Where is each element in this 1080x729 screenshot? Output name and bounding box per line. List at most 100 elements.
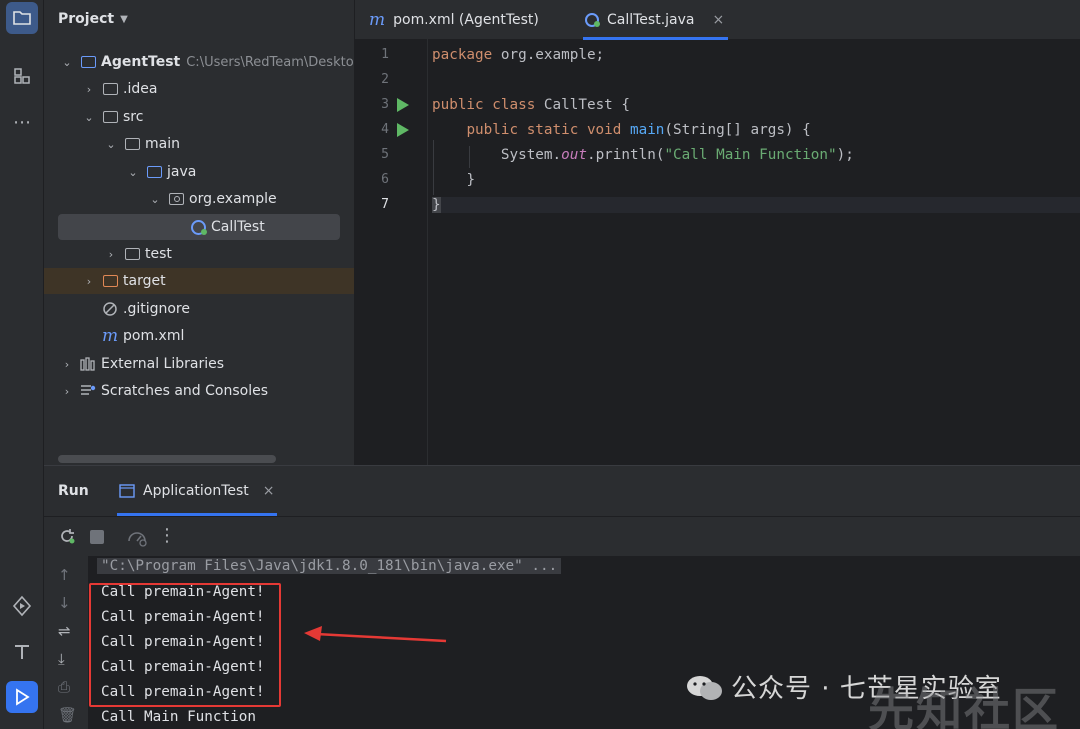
tree-item-test[interactable]: › test [44, 241, 354, 267]
rerun-button[interactable] [58, 527, 76, 549]
console-output-line: Call Main Function [101, 709, 256, 725]
code-line-3[interactable]: public class CallTest { [432, 97, 630, 113]
chevron-down-icon: ⌄ [84, 110, 94, 124]
tab-calltest-java[interactable]: CallTest.java × [571, 0, 738, 40]
folder-icon [124, 247, 140, 261]
keyword: package [432, 47, 493, 63]
tree-item-scratches[interactable]: › Scratches and Consoles [44, 378, 354, 404]
more-tools-button[interactable]: ⋯ [6, 106, 38, 138]
tree-item-label: target [123, 273, 166, 289]
tree-item-label: test [145, 246, 172, 262]
ignore-file-icon [102, 302, 118, 316]
tab-application-test[interactable]: ApplicationTest × [117, 466, 277, 516]
stop-button[interactable] [90, 530, 104, 544]
module-folder-icon [80, 55, 96, 69]
tree-item-label: java [167, 164, 197, 180]
close-icon[interactable]: × [713, 12, 725, 28]
tree-item-org-example[interactable]: ⌄ org.example [44, 186, 354, 212]
line-number: 4 [381, 122, 389, 137]
scroll-to-end-icon[interactable]: ⤓ [58, 650, 65, 668]
code-line-4[interactable]: public static void main(String[] args) { [432, 122, 810, 138]
chevron-right-icon: › [64, 357, 70, 371]
keyword: public [432, 97, 484, 113]
code-text: ); [836, 147, 854, 163]
project-panel-header[interactable]: Project ▼ [58, 11, 128, 27]
chevron-right-icon: › [86, 82, 92, 96]
rerun-icon [61, 529, 75, 544]
soft-wrap-icon[interactable]: ⇌ [58, 622, 71, 640]
tree-item-src[interactable]: ⌄ src [44, 104, 354, 130]
keyword: public static void [466, 122, 622, 138]
console-icon [119, 484, 135, 498]
source-folder-icon [146, 165, 162, 179]
code-text: org.example; [492, 47, 605, 63]
console-command-line[interactable]: "C:\Program Files\Java\jdk1.8.0_181\bin\… [97, 558, 562, 574]
project-panel: Project ▼ ⌄ AgentTest C:\Users\RedTeam\D… [44, 0, 355, 465]
code-line-1[interactable]: package org.example; [432, 47, 604, 63]
code-line-7[interactable]: } [432, 197, 1080, 213]
chevron-down-icon: ⌄ [62, 55, 72, 69]
arrow-up-icon[interactable]: ↑ [58, 566, 71, 584]
terminal-tool-button[interactable] [6, 636, 38, 668]
tree-item-java[interactable]: ⌄ java [44, 159, 354, 185]
run-panel-title: Run [58, 483, 89, 499]
run-side-toolbar: ↑ ↓ ⇌ ⤓ ⎙ 🗑 [44, 556, 88, 729]
tree-item-idea[interactable]: › .idea [44, 76, 354, 102]
structure-tool-button[interactable] [6, 60, 38, 92]
project-path: C:\Users\RedTeam\Deskto [186, 54, 354, 70]
arrow-down-icon[interactable]: ↓ [58, 594, 71, 612]
run-toolbar: ⋮ [44, 516, 1080, 556]
chevron-right-icon: › [108, 247, 114, 261]
more-options-button[interactable]: ⋮ [158, 525, 176, 546]
maven-icon: m [101, 326, 119, 346]
code-editor: m pom.xml (AgentTest) CallTest.java × 1 … [355, 0, 1080, 465]
tree-item-label: CallTest [211, 219, 265, 235]
more-icon: ⋯ [13, 111, 31, 133]
print-icon[interactable]: ⎙ [58, 678, 70, 696]
annotation-highlight-box [89, 583, 281, 707]
line-number: 5 [381, 147, 389, 162]
code-text: System. [500, 147, 562, 163]
tree-item-label: org.example [189, 191, 277, 207]
tab-pom-xml[interactable]: m pom.xml (AgentTest) [355, 0, 553, 40]
annotation-arrow [304, 626, 447, 643]
tab-label: pom.xml (AgentTest) [393, 12, 539, 28]
tree-item-gitignore[interactable]: .gitignore [44, 296, 354, 322]
code-text: .println( [586, 147, 665, 163]
tab-label: CallTest.java [607, 12, 695, 28]
services-tool-button[interactable] [6, 590, 38, 622]
wechat-icon [685, 673, 723, 701]
run-gutter-icon[interactable] [397, 123, 409, 137]
tree-item-label: Scratches and Consoles [101, 383, 268, 399]
coverage-button[interactable] [126, 527, 148, 551]
tree-item-calltest[interactable]: CallTest [58, 214, 340, 240]
line-number: 2 [381, 72, 389, 87]
tree-item-main[interactable]: ⌄ main [44, 131, 354, 157]
tab-label: ApplicationTest [143, 483, 249, 499]
services-icon [12, 595, 32, 617]
chevron-right-icon: › [64, 384, 70, 398]
code-text: } [466, 172, 476, 188]
run-icon [16, 688, 30, 706]
tree-item-pom[interactable]: m pom.xml [44, 323, 354, 349]
folder-icon [102, 110, 118, 124]
run-tool-button[interactable] [6, 681, 38, 713]
project-tool-button[interactable] [6, 2, 38, 34]
close-icon[interactable]: × [263, 483, 275, 499]
tree-item-agenttest[interactable]: ⌄ AgentTest C:\Users\RedTeam\Deskto [44, 49, 354, 75]
tree-item-target[interactable]: › target [44, 268, 354, 294]
tree-item-external-libraries[interactable]: › External Libraries [44, 351, 354, 377]
trash-icon[interactable]: 🗑 [58, 706, 77, 724]
code-text: } [432, 197, 441, 213]
project-horizontal-scrollbar[interactable] [58, 455, 276, 463]
line-number: 6 [381, 172, 389, 187]
chevron-down-icon: ⌄ [106, 137, 116, 151]
code-line-6[interactable]: } [432, 172, 475, 188]
hammer-icon [15, 645, 29, 659]
java-class-icon [190, 219, 207, 235]
chevron-down-icon: ⌄ [150, 192, 160, 206]
run-gutter-icon[interactable] [397, 98, 409, 112]
code-line-5[interactable]: System.out.println("Call Main Function")… [432, 147, 854, 163]
tree-item-label: .gitignore [123, 301, 190, 317]
line-number: 7 [381, 197, 389, 212]
